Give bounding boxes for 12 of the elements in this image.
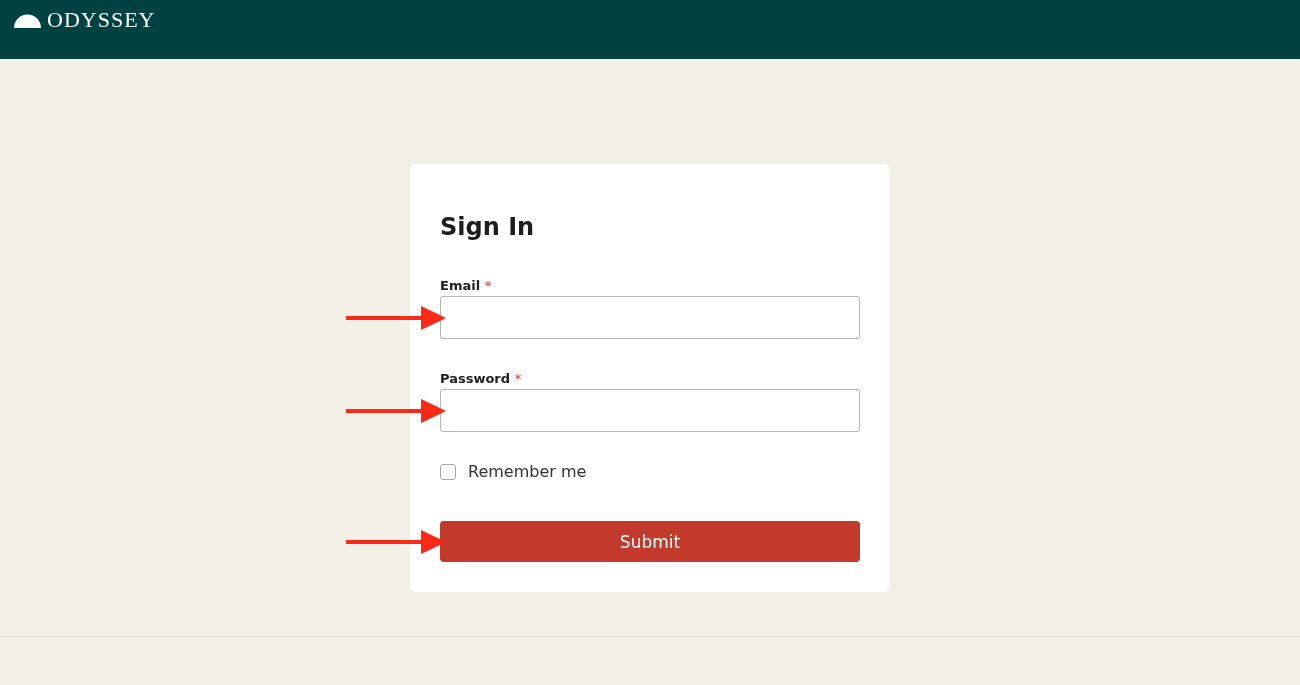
logo-text: ODYSSEY <box>47 8 156 32</box>
remember-checkbox[interactable] <box>440 463 456 480</box>
input-field[interactable] <box>440 389 860 432</box>
required-mark: * <box>514 371 522 386</box>
remember-label: Remember me <box>468 462 587 481</box>
required-mark: * <box>484 278 492 293</box>
field-label: Password * <box>440 371 523 386</box>
input-field[interactable] <box>440 296 860 339</box>
form-title: Sign In <box>440 212 536 242</box>
logo-icon <box>14 12 41 28</box>
field-label: Email * <box>440 278 493 293</box>
submit-button[interactable]: Submit <box>440 521 860 562</box>
